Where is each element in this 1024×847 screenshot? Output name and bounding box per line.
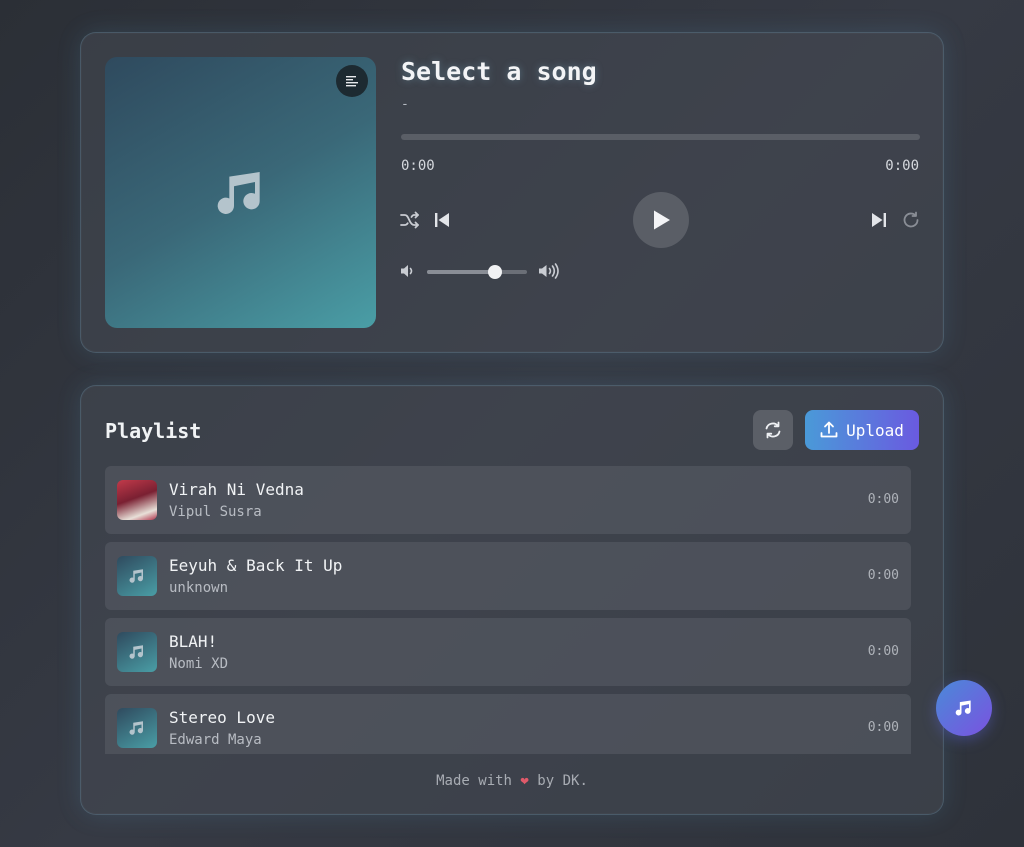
progress-bar[interactable] <box>401 134 920 140</box>
footer-prefix: Made with <box>436 773 512 789</box>
track-name: BLAH! <box>169 632 218 651</box>
track-cover <box>117 556 157 596</box>
music-note-icon <box>217 171 260 214</box>
shuffle-icon <box>400 211 419 229</box>
track-item[interactable]: BLAH! Nomi XD 0:00 <box>105 618 911 686</box>
footer-suffix: by DK. <box>537 773 588 789</box>
total-time: 0:00 <box>885 158 919 174</box>
track-artist: unknown <box>169 580 229 596</box>
volume-up-icon <box>539 263 559 279</box>
footer-credit: Made with ❤ by DK. <box>81 773 943 789</box>
play-icon <box>654 210 670 230</box>
volume-fill <box>427 270 495 274</box>
lyrics-icon <box>346 76 358 87</box>
track-duration: 0:00 <box>867 492 899 507</box>
upload-label: Upload <box>846 420 904 440</box>
track-name: Eeyuh & Back It Up <box>169 556 343 575</box>
track-duration: 0:00 <box>867 720 899 735</box>
upload-button[interactable]: Upload <box>805 410 919 450</box>
track-name: Stereo Love <box>169 708 275 727</box>
skip-next-icon <box>872 213 886 227</box>
shuffle-button[interactable] <box>399 209 421 231</box>
track-item[interactable]: Eeyuh & Back It Up unknown 0:00 <box>105 542 911 610</box>
song-artist: - <box>401 97 409 112</box>
track-list[interactable]: Virah Ni Vedna Vipul Susra 0:00 Eeyuh & … <box>105 466 911 754</box>
music-note-icon <box>955 700 971 716</box>
song-title: Select a song <box>401 57 597 86</box>
refresh-icon <box>765 421 781 439</box>
volume-down-icon <box>401 265 413 277</box>
player-card: Select a song - 0:00 0:00 <box>80 32 944 353</box>
skip-previous-icon <box>435 213 449 227</box>
volume-slider[interactable] <box>427 265 527 279</box>
track-name: Virah Ni Vedna <box>169 480 304 499</box>
album-art <box>105 57 376 328</box>
track-artist: Nomi XD <box>169 656 229 672</box>
playlist-card: Playlist Upload Virah Ni Vedna Vipul Sus… <box>80 385 944 815</box>
previous-button[interactable] <box>431 209 453 231</box>
heart-icon: ❤ <box>520 773 529 789</box>
volume-down-button[interactable] <box>399 262 417 280</box>
playlist-title: Playlist <box>105 419 202 443</box>
track-artist: Edward Maya <box>169 732 262 748</box>
current-time: 0:00 <box>401 158 435 174</box>
repeat-button[interactable] <box>900 209 922 231</box>
track-item[interactable]: Stereo Love Edward Maya 0:00 <box>105 694 911 754</box>
track-cover <box>117 708 157 748</box>
music-note-icon <box>129 721 143 735</box>
refresh-button[interactable] <box>753 410 793 450</box>
volume-thumb[interactable] <box>488 265 502 279</box>
now-playing-fab[interactable] <box>936 680 992 736</box>
track-cover <box>117 632 157 672</box>
track-cover <box>117 480 157 520</box>
next-button[interactable] <box>868 209 890 231</box>
track-duration: 0:00 <box>867 568 899 583</box>
track-artist: Vipul Susra <box>169 504 262 520</box>
music-note-icon <box>129 569 143 583</box>
track-item[interactable]: Virah Ni Vedna Vipul Susra 0:00 <box>105 466 911 534</box>
track-duration: 0:00 <box>867 644 899 659</box>
music-note-icon <box>129 645 143 659</box>
volume-up-button[interactable] <box>537 261 561 281</box>
play-button[interactable] <box>633 192 689 248</box>
upload-icon <box>820 421 838 438</box>
lyrics-button[interactable] <box>336 65 368 97</box>
repeat-icon <box>903 211 919 228</box>
